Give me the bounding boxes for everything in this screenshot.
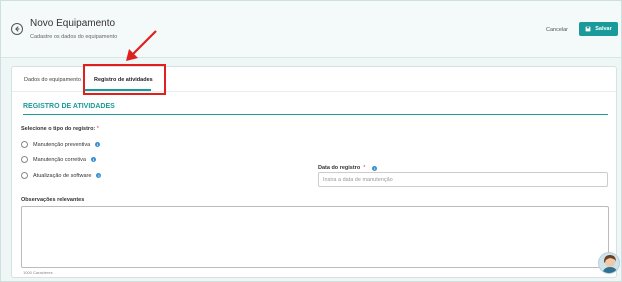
tab-dados-equipamento[interactable]: Dados do equipamento (24, 77, 81, 83)
floppy-icon (585, 26, 591, 32)
tipo-registro-label: Selecione o tipo do registro: * (21, 126, 99, 132)
info-icon[interactable]: i (95, 142, 101, 147)
data-registro-label: Data do registro * i (318, 165, 378, 171)
cancel-button[interactable]: Cancelar (546, 27, 568, 33)
observacoes-label: Observações relevantes (21, 197, 85, 203)
data-registro-input[interactable]: Insira a data de manutenção (318, 172, 608, 187)
support-avatar[interactable] (598, 252, 620, 274)
annotation-arrow-icon (126, 30, 157, 61)
date-placeholder: Insira a data de manutenção (323, 176, 393, 183)
radio-label: Atualização de software (33, 172, 92, 179)
section-divider (23, 114, 608, 115)
page-subtitle: Cadastre os dados do equipamento (30, 34, 118, 40)
form-card: Dados do equipamento Registro de ativida… (11, 64, 617, 278)
observacoes-textarea[interactable] (21, 206, 609, 268)
radio-circle[interactable] (21, 156, 28, 163)
radio-manutencao-preventiva[interactable]: Manutenção preventiva i (21, 141, 101, 148)
save-button-label: Salvar (595, 26, 612, 32)
radio-label: Manutenção corretiva (33, 156, 86, 163)
page-title: Novo Equipamento (30, 18, 116, 29)
annotation-highlight-box (83, 64, 166, 95)
info-icon[interactable]: i (90, 157, 96, 162)
save-button[interactable]: Salvar (579, 22, 618, 36)
radio-manutencao-corretiva[interactable]: Manutenção corretiva i (21, 156, 96, 163)
info-icon[interactable]: i (96, 173, 102, 178)
page-header: Novo Equipamento Cadastre os dados do eq… (1, 1, 621, 58)
info-icon[interactable]: i (372, 165, 378, 171)
character-counter: 1000 Caracteres (23, 270, 53, 275)
tab-bar: Dados do equipamento Registro de ativida… (12, 64, 616, 95)
section-title: REGISTRO DE ATIVIDADES (23, 103, 115, 110)
radio-atualizacao-software[interactable]: Atualização de software i (21, 172, 102, 179)
radio-label: Manutenção preventiva (33, 141, 91, 148)
radio-circle[interactable] (21, 172, 28, 179)
radio-circle[interactable] (21, 141, 28, 148)
back-arrow-icon[interactable] (11, 23, 23, 35)
